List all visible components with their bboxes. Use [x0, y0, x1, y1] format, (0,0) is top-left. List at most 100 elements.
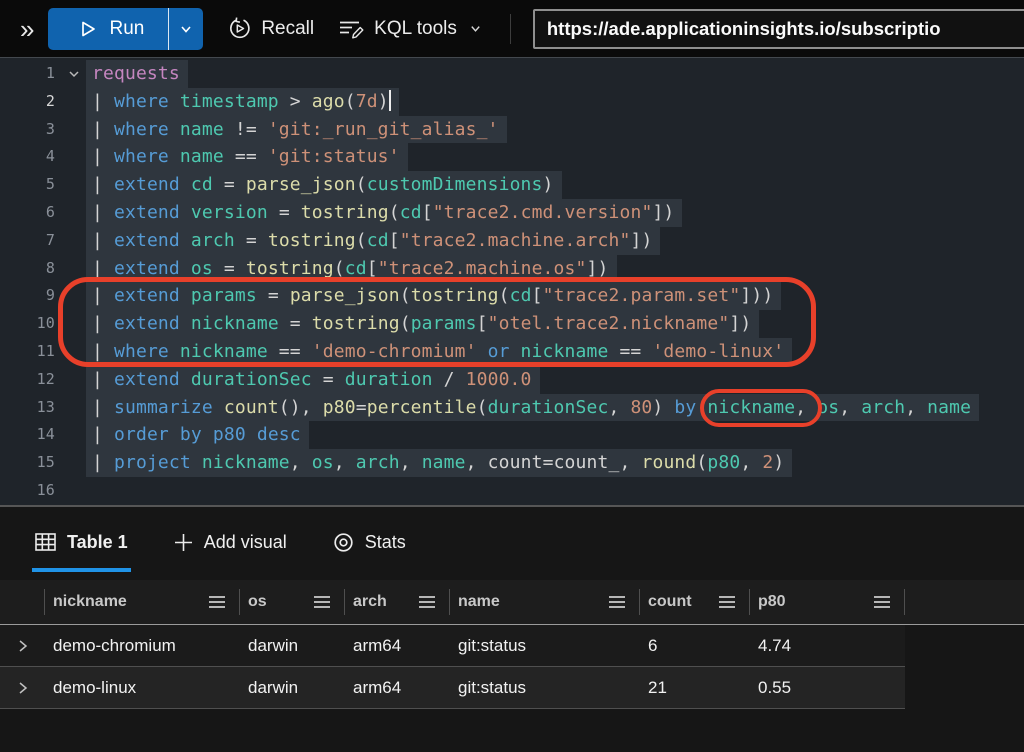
code-line-1[interactable]: 1 requests	[0, 60, 1024, 88]
selection-highlight: | where name == 'git:status'	[86, 143, 408, 171]
line-number: 6	[0, 199, 55, 227]
code-line-14[interactable]: 14 | order by p80 desc	[0, 421, 1024, 449]
row-expand-icon[interactable]	[0, 639, 45, 653]
line-number: 16	[0, 477, 55, 505]
table-row[interactable]: demo-linuxdarwinarm64git:status210.55	[0, 667, 905, 709]
column-header-name[interactable]: name	[450, 580, 640, 624]
cell-p80: 4.74	[750, 636, 905, 656]
code-line-12[interactable]: 12 | extend durationSec = duration / 1000…	[0, 366, 1024, 394]
run-dropdown-button[interactable]	[169, 8, 203, 50]
column-menu-icon[interactable]	[608, 595, 626, 609]
code-text: | extend os = tostring(cd["trace2.machin…	[92, 255, 617, 283]
code-text: | where name == 'git:status'	[92, 143, 408, 171]
selection-highlight: | where name != 'git:_run_git_alias_'	[86, 116, 507, 144]
table-header-row: nickname os arch name count p80	[0, 580, 905, 624]
line-number: 14	[0, 421, 55, 449]
column-menu-icon[interactable]	[873, 595, 891, 609]
line-number: 12	[0, 366, 55, 394]
kql-tools-button[interactable]: KQL tools	[339, 18, 482, 40]
cell-os: darwin	[240, 678, 345, 698]
column-header-os[interactable]: os	[240, 580, 345, 624]
column-menu-icon[interactable]	[418, 595, 436, 609]
table-body: demo-chromiumdarwinarm64git:status64.74d…	[0, 625, 1024, 709]
table-row[interactable]: demo-chromiumdarwinarm64git:status64.74	[0, 625, 905, 667]
code-text: | summarize count(), p80=percentile(dura…	[92, 394, 979, 422]
column-label: nickname	[53, 593, 127, 611]
results-panel: Table 1 Add visual Stats	[0, 505, 1024, 752]
code-line-13[interactable]: 13 | summarize count(), p80=percentile(du…	[0, 394, 1024, 422]
selection-highlight: | order by p80 desc	[86, 421, 309, 449]
toolbar-divider	[510, 14, 511, 44]
cell-p80: 0.55	[750, 678, 905, 698]
selection-highlight: | extend durationSec = duration / 1000.0	[86, 366, 540, 394]
column-label: os	[248, 593, 267, 611]
column-menu-icon[interactable]	[208, 595, 226, 609]
code-line-11[interactable]: 11| where nickname == 'demo-chromium' or…	[0, 338, 1024, 366]
line-number: 2	[0, 88, 55, 116]
expand-panel-icon[interactable]: »	[20, 16, 32, 42]
code-text: | extend durationSec = duration / 1000.0	[92, 366, 540, 394]
code-line-15[interactable]: 15| project nickname, os, arch, name, co…	[0, 449, 1024, 477]
row-expand-icon[interactable]	[0, 681, 45, 695]
recall-label: Recall	[261, 18, 314, 40]
column-menu-icon[interactable]	[718, 595, 736, 609]
cell-count: 6	[640, 636, 750, 656]
kql-tools-label: KQL tools	[374, 18, 457, 40]
tab-table1[interactable]: Table 1	[32, 507, 131, 577]
header-expander-cell	[0, 580, 45, 624]
cell-arch: arm64	[345, 636, 450, 656]
selection-highlight: requests	[86, 60, 188, 88]
selection-highlight: | where timestamp > ago(7d)	[86, 88, 399, 116]
code-line-16[interactable]: 16	[0, 477, 1024, 505]
code-text: | extend cd = parse_json(customDimension…	[92, 171, 562, 199]
cell-nickname: demo-linux	[45, 678, 240, 698]
url-input[interactable]: https://ade.applicationinsights.io/subsc…	[533, 9, 1024, 49]
column-header-p80[interactable]: p80	[750, 580, 905, 624]
column-header-count[interactable]: count	[640, 580, 750, 624]
line-number: 7	[0, 227, 55, 255]
results-tabbar: Table 1 Add visual Stats	[0, 507, 1024, 577]
run-button[interactable]: Run	[48, 8, 169, 50]
code-line-4[interactable]: 4| where name == 'git:status'	[0, 143, 1024, 171]
recall-button[interactable]: Recall	[228, 17, 314, 40]
column-header-arch[interactable]: arch	[345, 580, 450, 624]
add-visual-button[interactable]: Add visual	[171, 507, 290, 577]
column-label: name	[458, 593, 500, 611]
tab-stats[interactable]: Stats	[330, 507, 409, 577]
tab-stats-label: Stats	[365, 532, 406, 553]
query-editor[interactable]: 1 requests 2 | where timestamp > ago(7d)3| …	[0, 57, 1024, 505]
code-line-2[interactable]: 2 | where timestamp > ago(7d)	[0, 88, 1024, 116]
line-number: 5	[0, 171, 55, 199]
code-line-6[interactable]: 6 | extend version = tostring(cd["trace2.…	[0, 199, 1024, 227]
column-label: count	[648, 593, 692, 611]
add-visual-label: Add visual	[204, 532, 287, 553]
selection-highlight: | extend params = parse_json(tostring(cd…	[86, 282, 781, 310]
code-line-7[interactable]: 7 | extend arch = tostring(cd["trace2.mac…	[0, 227, 1024, 255]
column-label: arch	[353, 593, 387, 611]
code-line-5[interactable]: 5 | extend cd = parse_json(customDimensio…	[0, 171, 1024, 199]
code-text: | extend arch = tostring(cd["trace2.mach…	[92, 227, 660, 255]
line-number: 1	[0, 60, 55, 88]
selection-highlight: | extend os = tostring(cd["trace2.machin…	[86, 255, 617, 283]
code-line-8[interactable]: 8| extend os = tostring(cd["trace2.machi…	[0, 255, 1024, 283]
chevron-down-icon	[469, 22, 482, 35]
code-text: | extend version = tostring(cd["trace2.c…	[92, 199, 682, 227]
run-label: Run	[109, 18, 144, 40]
code-line-10[interactable]: 10| extend nickname = tostring(params["o…	[0, 310, 1024, 338]
code-text: | extend params = parse_json(tostring(cd…	[92, 282, 781, 310]
selection-highlight: | extend nickname = tostring(params["ote…	[86, 310, 759, 338]
code-text: requests	[92, 60, 188, 88]
kql-tools-icon	[339, 18, 364, 40]
column-header-nickname[interactable]: nickname	[45, 580, 240, 624]
line-number: 13	[0, 394, 55, 422]
code-line-9[interactable]: 9| extend params = parse_json(tostring(c…	[0, 282, 1024, 310]
code-line-3[interactable]: 3| where name != 'git:_run_git_alias_'	[0, 116, 1024, 144]
tab-table1-label: Table 1	[67, 532, 128, 553]
cell-name: git:status	[450, 678, 640, 698]
code-text: | where name != 'git:_run_git_alias_'	[92, 116, 507, 144]
selection-highlight: | where nickname == 'demo-chromium' or n…	[86, 338, 792, 366]
table-header-wrap: nickname os arch name count p80	[0, 580, 1024, 625]
chevron-down-icon	[179, 22, 193, 36]
play-icon	[78, 19, 98, 39]
column-menu-icon[interactable]	[313, 595, 331, 609]
